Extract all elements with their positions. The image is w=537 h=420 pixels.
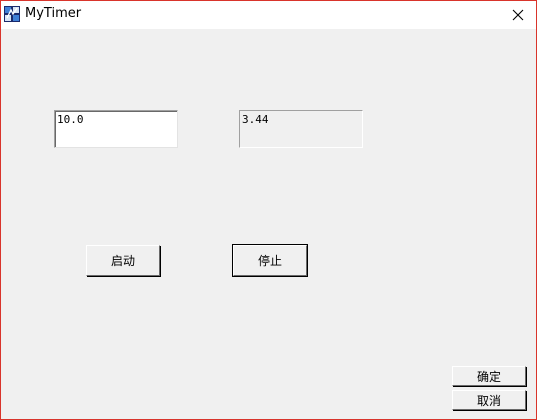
start-button[interactable]: 启动	[86, 245, 160, 276]
stop-button[interactable]: 停止	[232, 244, 308, 277]
title-bar[interactable]: MyTimer	[1, 1, 536, 29]
close-button[interactable]	[500, 1, 536, 29]
app-icon	[4, 6, 20, 22]
window-title: MyTimer	[25, 6, 82, 21]
main-window: MyTimer 10.0 3.44 启动 停止 确定 取消	[0, 0, 537, 420]
cancel-button[interactable]: 取消	[452, 390, 526, 410]
close-icon	[512, 6, 524, 25]
ok-button[interactable]: 确定	[452, 366, 526, 386]
interval-input[interactable]: 10.0	[54, 110, 178, 148]
elapsed-display: 3.44	[239, 110, 363, 148]
